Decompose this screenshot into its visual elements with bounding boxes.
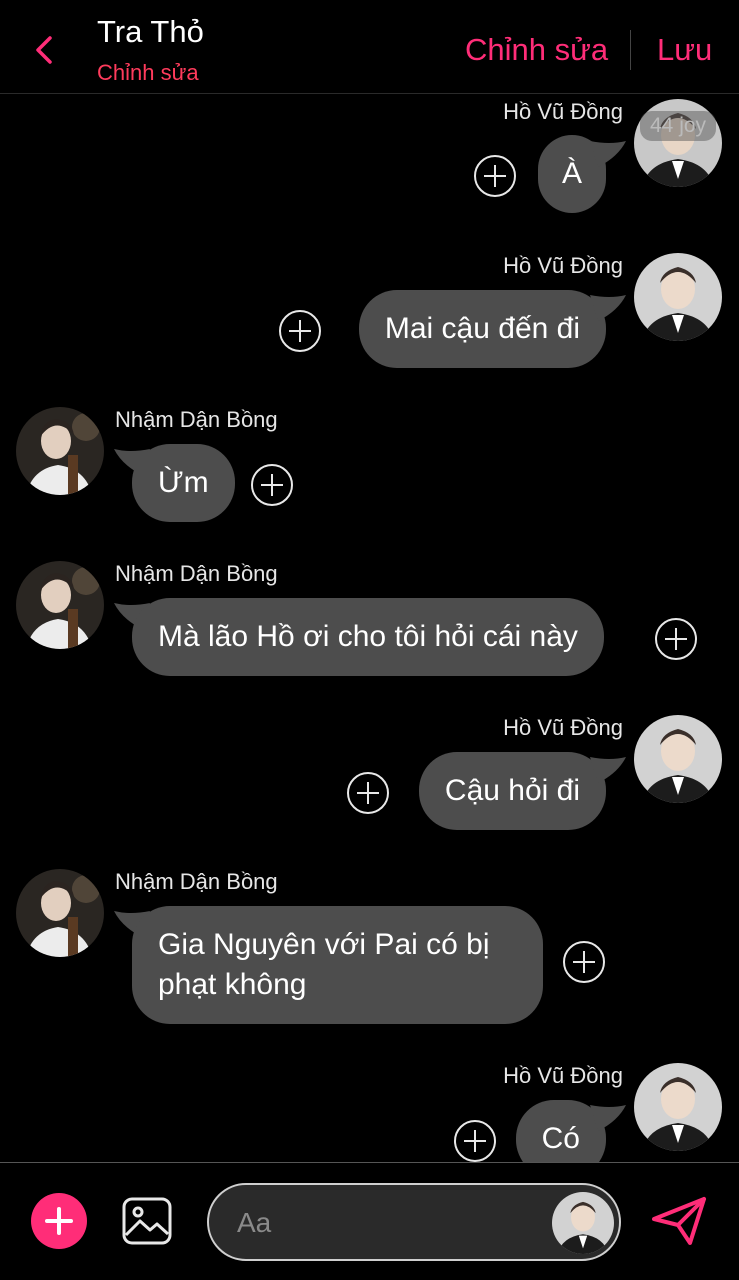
sender-name: Nhậm Dận Bồng bbox=[115, 407, 278, 432]
sender-name: Nhậm Dận Bồng bbox=[115, 561, 278, 586]
message-row: Hồ Vũ Đồng Cậu hỏi đi bbox=[0, 711, 739, 841]
message-row: Hồ Vũ Đồng Có bbox=[0, 1059, 739, 1162]
react-add-icon[interactable] bbox=[474, 155, 516, 197]
chat-thread[interactable]: Hồ Vũ Đồng 44 joy À Hồ Vũ Đồng Mai cậu đ… bbox=[0, 95, 739, 1162]
edit-button[interactable]: Chỉnh sửa bbox=[465, 32, 608, 68]
message-bubble[interactable]: Mai cậu đến đi bbox=[358, 290, 606, 368]
react-add-icon[interactable] bbox=[454, 1120, 496, 1162]
avatar[interactable] bbox=[16, 407, 104, 495]
sender-name: Hồ Vũ Đồng bbox=[503, 253, 623, 278]
composer-bar bbox=[0, 1162, 739, 1280]
overlay-badge: 44 joy bbox=[640, 111, 717, 141]
chat-title: Tra Thỏ bbox=[97, 14, 204, 49]
plus-icon[interactable] bbox=[31, 1193, 87, 1249]
message-input-wrapper[interactable] bbox=[207, 1183, 621, 1261]
send-icon[interactable] bbox=[650, 1195, 708, 1247]
sender-name: Nhậm Dận Bồng bbox=[115, 869, 278, 894]
message-bubble[interactable]: Mà lão Hồ ơi cho tôi hỏi cái này bbox=[132, 598, 604, 676]
message-row: Hồ Vũ Đồng 44 joy À bbox=[0, 95, 739, 225]
react-add-icon[interactable] bbox=[563, 941, 605, 983]
bubble-tail bbox=[590, 757, 626, 783]
avatar[interactable] bbox=[16, 561, 104, 649]
avatar[interactable] bbox=[634, 253, 722, 341]
message-row: Nhậm Dận Bồng Mà lão Hồ ơi cho tôi hỏi c… bbox=[0, 557, 739, 687]
image-icon[interactable] bbox=[122, 1197, 172, 1245]
avatar[interactable] bbox=[16, 869, 104, 957]
message-bubble[interactable]: Ừm bbox=[132, 444, 235, 522]
header-divider bbox=[630, 30, 631, 70]
message-bubble[interactable]: Cậu hỏi đi bbox=[418, 752, 606, 830]
bubble-tail bbox=[590, 1105, 626, 1131]
message-row: Nhậm Dận Bồng Gia Nguyên với Pai có bị p… bbox=[0, 865, 739, 1035]
save-button[interactable]: Lưu bbox=[657, 32, 712, 68]
react-add-icon[interactable] bbox=[655, 618, 697, 660]
chat-subtitle: Chỉnh sửa bbox=[97, 60, 199, 85]
react-add-icon[interactable] bbox=[251, 464, 293, 506]
chat-header: Tra Thỏ Chỉnh sửa Chỉnh sửa Lưu bbox=[0, 0, 739, 94]
avatar[interactable] bbox=[634, 715, 722, 803]
avatar[interactable] bbox=[552, 1192, 614, 1254]
bubble-tail bbox=[590, 295, 626, 321]
message-row: Hồ Vũ Đồng Mai cậu đến đi bbox=[0, 249, 739, 379]
bubble-tail bbox=[590, 141, 626, 167]
react-add-icon[interactable] bbox=[347, 772, 389, 814]
message-input[interactable] bbox=[237, 1203, 537, 1243]
back-icon[interactable] bbox=[28, 30, 58, 70]
sender-name: Hồ Vũ Đồng bbox=[503, 1063, 623, 1088]
sender-name: Hồ Vũ Đồng bbox=[503, 715, 623, 740]
message-row: Nhậm Dận Bồng Ừm bbox=[0, 403, 739, 533]
react-add-icon[interactable] bbox=[279, 310, 321, 352]
message-bubble[interactable]: Gia Nguyên với Pai có bị phạt không bbox=[132, 906, 543, 1024]
avatar[interactable] bbox=[634, 1063, 722, 1151]
sender-name: Hồ Vũ Đồng bbox=[503, 99, 623, 124]
